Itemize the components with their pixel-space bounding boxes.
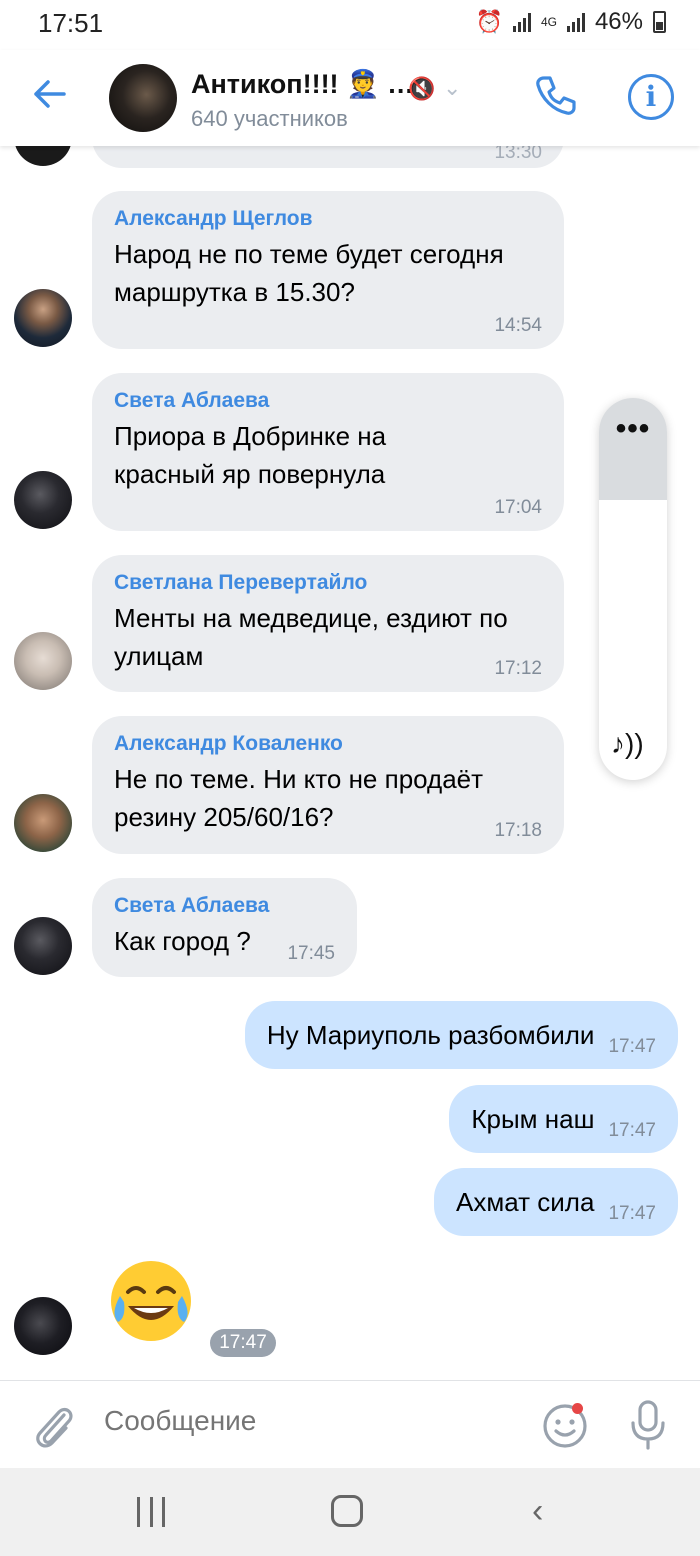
avatar[interactable] — [14, 289, 72, 347]
chat-avatar[interactable] — [109, 64, 177, 132]
avatar[interactable] — [14, 794, 72, 852]
chat-title[interactable]: Антикоп!!!! 👮 … — [191, 68, 414, 100]
message-time: 17:45 — [287, 943, 335, 964]
muted-icon: 🔇 — [408, 76, 436, 101]
message-text: Ахмат сила — [456, 1186, 595, 1217]
avatar[interactable] — [14, 632, 72, 690]
chat-header: Антикоп!!!! 👮 … 640 участников 🔇 ⌄ i — [0, 50, 700, 146]
message-bubble-outgoing[interactable]: Ахмат сила 17:47 — [434, 1168, 678, 1236]
status-icons: ⏰ 4G 46% — [476, 8, 666, 36]
chevron-down-icon[interactable]: ⌄ — [443, 75, 461, 101]
signal-icon-2 — [566, 12, 585, 32]
sender-name[interactable]: Света Аблаева — [114, 389, 542, 413]
home-icon[interactable] — [331, 1495, 363, 1527]
status-bar: 17:51 ⏰ 4G 46% — [0, 0, 700, 50]
message-time: 17:04 — [494, 497, 542, 518]
message-bubble[interactable]: Света Аблаева Приора в Добринке на красн… — [92, 373, 564, 531]
message-text: Крым наш — [471, 1103, 595, 1134]
microphone-icon[interactable] — [628, 1399, 668, 1451]
sender-name[interactable]: Светлана Перевертайло — [114, 571, 542, 595]
avatar[interactable] — [14, 471, 72, 529]
signal-icon — [512, 12, 531, 32]
message-bubble-outgoing[interactable]: Ну Мариуполь разбомбили 17:47 — [244, 1001, 678, 1069]
back-arrow-icon[interactable] — [30, 74, 70, 114]
message-composer — [0, 1380, 700, 1468]
message-time: 17:12 — [494, 658, 542, 679]
message-bubble-outgoing[interactable]: Крым наш 17:47 — [449, 1085, 678, 1153]
recent-apps-icon[interactable] — [137, 1497, 165, 1527]
status-time: 17:51 — [38, 8, 104, 38]
phone-call-icon[interactable] — [532, 72, 578, 118]
message-time: 17:47 — [608, 1120, 656, 1141]
message-bubble[interactable]: Александр Коваленко Не по теме. Ни кто н… — [92, 716, 564, 854]
sender-name[interactable]: Александр Коваленко — [114, 732, 542, 756]
system-nav-bar: ‹ — [0, 1468, 700, 1556]
message-time: 17:47 — [608, 1203, 656, 1224]
battery-icon — [653, 11, 666, 33]
message-text: Не по теме. Ни кто не продаёт резину 205… — [114, 764, 484, 832]
notification-dot — [572, 1403, 583, 1414]
message-text: Ну Мариуполь разбомбили — [266, 1019, 595, 1050]
chat-members-count[interactable]: 640 участников — [191, 106, 348, 132]
paperclip-icon[interactable] — [30, 1401, 76, 1451]
avatar[interactable] — [14, 917, 72, 975]
message-input[interactable] — [104, 1405, 465, 1437]
message-bubble[interactable]: Светлана Перевертайло Менты на медведице… — [92, 555, 564, 692]
message-time: 17:47 — [210, 1329, 276, 1357]
avatar[interactable] — [14, 1297, 72, 1355]
network-type: 4G — [540, 15, 557, 29]
message-time: 14:54 — [494, 315, 542, 336]
message-text: Менты на медведице, ездиют по улицам — [114, 603, 508, 671]
battery-percent: 46% — [594, 8, 643, 35]
message-bubble[interactable]: Света Аблаева Как город ? 17:45 — [92, 878, 357, 977]
more-options-icon[interactable]: ••• — [599, 412, 667, 446]
back-nav-icon[interactable]: ‹ — [532, 1492, 543, 1531]
sender-name[interactable]: Света Аблаева — [114, 894, 335, 918]
message-bubble[interactable]: Александр Щеглов Народ не по теме будет … — [92, 191, 564, 349]
info-icon[interactable]: i — [628, 74, 674, 120]
message-text: Приора в Добринке на красный яр повернул… — [114, 421, 387, 489]
message-time: 17:18 — [494, 820, 542, 841]
message-text: Народ не по теме будет сегодня маршрутка… — [114, 239, 504, 307]
tears-of-joy-emoji[interactable] — [106, 1256, 196, 1346]
audio-player-widget[interactable]: ••• ♪)) — [599, 398, 667, 780]
alarm-icon: ⏰ — [475, 9, 503, 34]
music-note-icon[interactable]: ♪)) — [611, 728, 644, 760]
sender-name[interactable]: Александр Щеглов — [114, 207, 542, 231]
message-time: 17:47 — [608, 1036, 656, 1057]
